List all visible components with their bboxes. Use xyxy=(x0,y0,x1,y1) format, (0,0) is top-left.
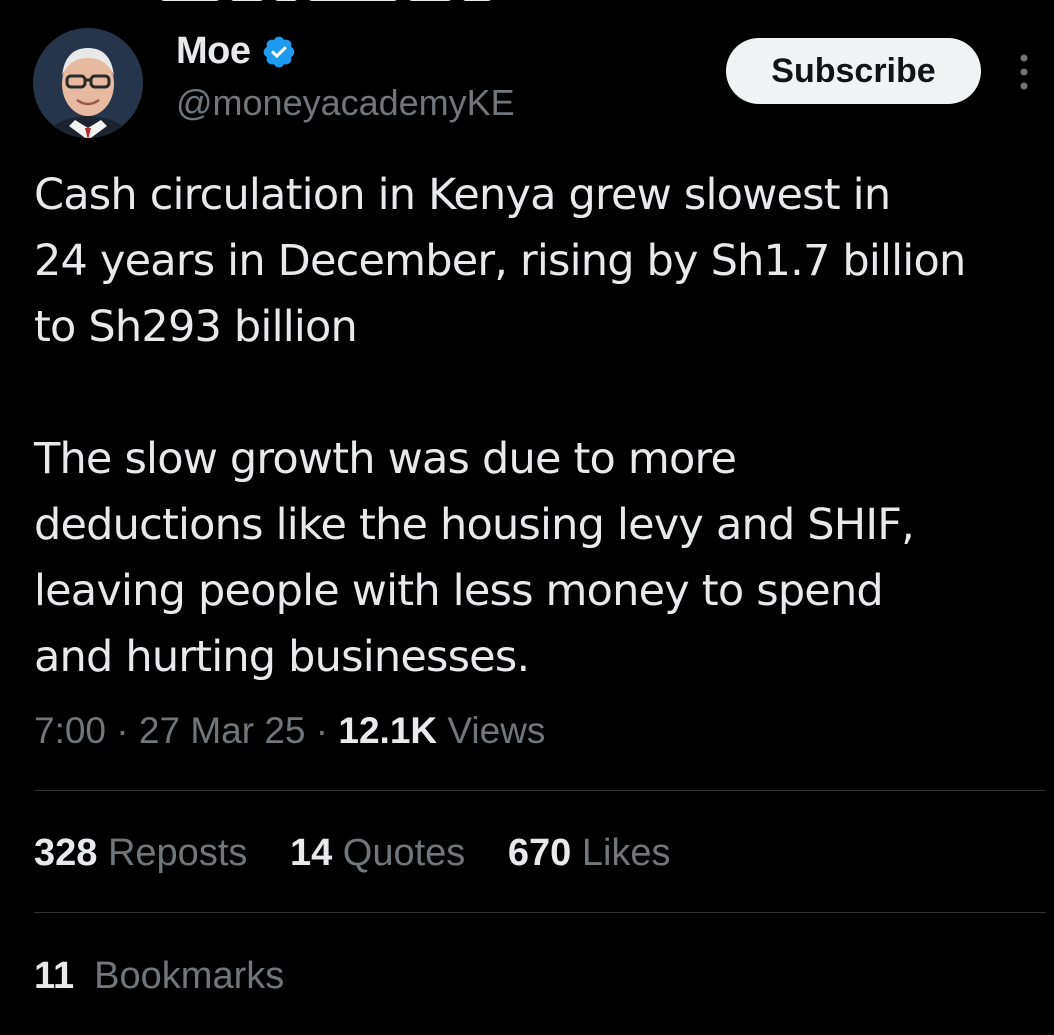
previous-post-text-fragment xyxy=(160,0,580,6)
tweet-text: Cash circulation in Kenya grew slowest i… xyxy=(34,162,1044,690)
post-time[interactable]: 7:00 xyxy=(34,710,106,751)
profile-photo xyxy=(33,28,143,138)
author-name-row[interactable]: Moe xyxy=(176,30,297,73)
verified-badge-icon xyxy=(263,36,294,67)
tweet-line: and hurting businesses. xyxy=(34,632,530,682)
quotes-label: Quotes xyxy=(342,832,466,874)
bookmarks-count: 11 xyxy=(34,955,75,997)
meta-separator: · xyxy=(315,710,329,751)
reposts-stat[interactable]: 328 Reposts xyxy=(34,832,247,875)
bookmarks-stat[interactable]: 11 Bookmarks xyxy=(34,955,284,998)
likes-label: Likes xyxy=(581,832,671,874)
reposts-label: Reposts xyxy=(107,832,248,874)
likes-stat[interactable]: 670 Likes xyxy=(508,832,671,875)
tweet-line: leaving people with less money to spend xyxy=(34,566,884,616)
meta-separator: · xyxy=(116,710,129,751)
subscribe-button[interactable]: Subscribe xyxy=(726,38,981,104)
tweet-line: The slow growth was due to more xyxy=(34,434,737,484)
reposts-count: 328 xyxy=(34,832,98,874)
post-date[interactable]: 27 Mar 25 xyxy=(139,710,306,751)
tweet-line: 24 years in December, rising by Sh1.7 bi… xyxy=(34,236,966,286)
likes-count: 670 xyxy=(507,832,572,874)
quotes-count: 14 xyxy=(289,832,333,874)
more-options-icon[interactable] xyxy=(1012,52,1036,92)
avatar[interactable] xyxy=(33,28,143,138)
views-label[interactable]: Views xyxy=(447,710,545,751)
author-handle[interactable]: @moneyacademyKE xyxy=(176,82,515,124)
views-count[interactable]: 12.1K xyxy=(338,710,437,751)
engagement-stats: 328 Reposts 14 Quotes 670 Likes xyxy=(34,832,703,875)
tweet-line: deductions like the housing levy and SHI… xyxy=(34,500,915,550)
author-display-name[interactable]: Moe xyxy=(176,30,251,73)
tweet-line: Cash circulation in Kenya grew slowest i… xyxy=(34,170,891,220)
bookmarks-label: Bookmarks xyxy=(94,955,285,997)
divider xyxy=(34,912,1046,913)
divider xyxy=(34,790,1046,791)
tweet-meta: 7:00 · 27 Mar 25 · 12.1K Views xyxy=(34,710,545,752)
quotes-stat[interactable]: 14 Quotes xyxy=(290,832,465,875)
tweet-line: to Sh293 billion xyxy=(34,302,358,352)
